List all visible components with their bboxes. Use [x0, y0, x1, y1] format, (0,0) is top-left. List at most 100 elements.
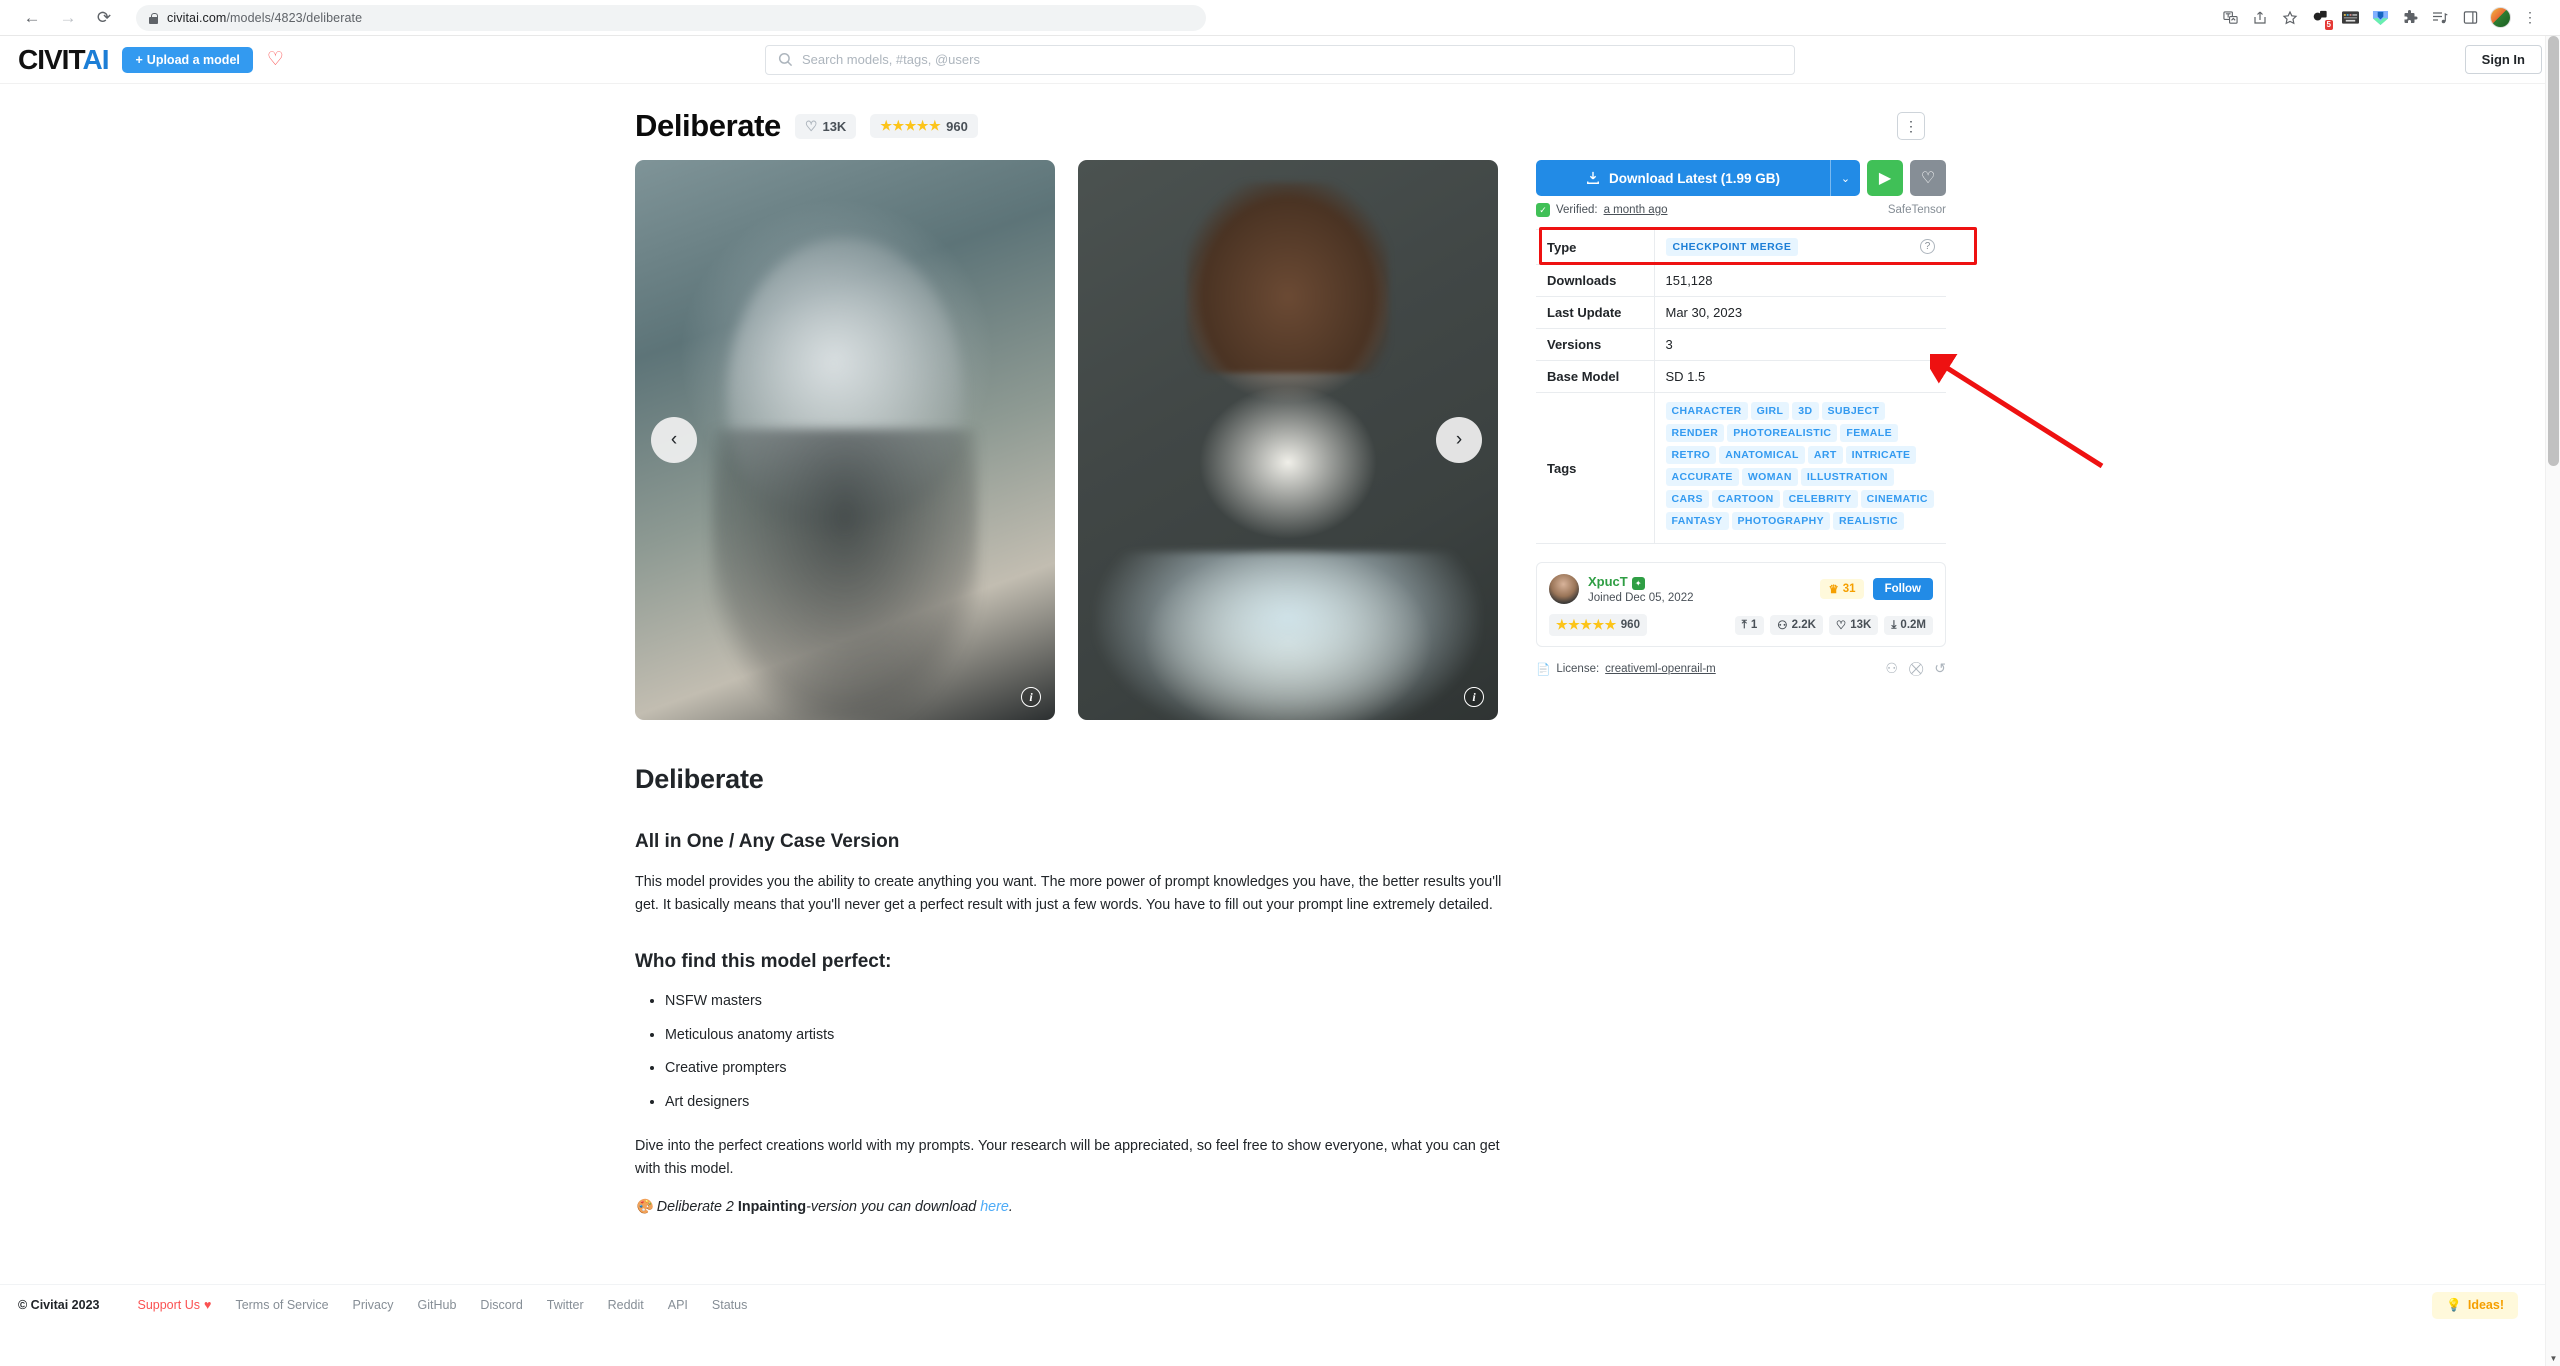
footer-link-github[interactable]: GitHub [418, 1298, 457, 1312]
profile-avatar[interactable] [2486, 4, 2514, 32]
playlist-icon[interactable] [2426, 4, 2454, 32]
footer-link-api[interactable]: API [668, 1298, 688, 1312]
tag-chip[interactable]: SUBJECT [1821, 402, 1886, 420]
tag-chip[interactable]: WOMAN [1741, 468, 1798, 486]
rating-count: 960 [946, 118, 968, 134]
tag-chip[interactable]: INTRICATE [1845, 446, 1917, 464]
inpainting-post: -version you can download [806, 1199, 981, 1216]
tag-chip[interactable]: FEMALE [1840, 424, 1898, 442]
heart-icon[interactable]: ♡ [267, 50, 284, 69]
footer-link-reddit[interactable]: Reddit [608, 1298, 644, 1312]
gallery-next-button[interactable]: › [1436, 417, 1482, 463]
civitai-logo[interactable]: CIVITAI [18, 45, 109, 74]
translate-icon[interactable] [2216, 4, 2244, 32]
tag-chip[interactable]: CARS [1665, 490, 1709, 508]
footer-link-privacy[interactable]: Privacy [353, 1298, 394, 1312]
creator-top-row: XpucT ✦ Joined Dec 05, 2022 ♛ 31 Follow [1549, 573, 1933, 604]
sidepanel-icon[interactable] [2456, 4, 2484, 32]
tag-chip[interactable]: PHOTOGRAPHY [1731, 512, 1830, 530]
footer-link-terms[interactable]: Terms of Service [235, 1298, 328, 1312]
tag-chip[interactable]: PHOTOREALISTIC [1727, 424, 1838, 442]
adblock-icon[interactable]: 5 [2306, 4, 2334, 32]
tag-chip[interactable]: CINEMATIC [1860, 490, 1934, 508]
tag-chip[interactable]: RENDER [1665, 424, 1725, 442]
gallery-image-2[interactable]: › i [1078, 160, 1498, 720]
no-remix-icon: ↺ [1934, 660, 1946, 676]
search-box[interactable] [765, 44, 1795, 75]
tag-chip[interactable]: CELEBRITY [1782, 490, 1858, 508]
tag-chip[interactable]: ANATOMICAL [1719, 446, 1805, 464]
gallery-image-1[interactable]: ‹ i [635, 160, 1055, 720]
downloads-icon[interactable] [2366, 4, 2394, 32]
forward-arrow-icon[interactable]: → [50, 3, 86, 33]
tag-chip[interactable]: GIRL [1750, 402, 1790, 420]
table-row: Versions 3 [1536, 328, 1946, 361]
extensions-puzzle-icon[interactable] [2396, 4, 2424, 32]
footer-link-discord[interactable]: Discord [480, 1298, 522, 1312]
upload-a-model-button[interactable]: + Upload a model [122, 46, 253, 73]
extension-badge-count: 5 [2324, 19, 2333, 30]
avatar[interactable] [1549, 573, 1579, 604]
creator-followers-stat: ⚇ 2.2K [1770, 615, 1823, 635]
tag-chip[interactable]: 3D [1792, 402, 1819, 420]
lightbulb-icon: 💡 [2446, 1297, 2462, 1312]
description-subheading: All in One / Any Case Version [635, 831, 900, 852]
model-options-menu-button[interactable]: ⋮ [1897, 112, 1925, 140]
keyboard-icon[interactable] [2336, 4, 2364, 32]
scrollbar-thumb[interactable] [2548, 36, 2559, 466]
detail-value: Mar 30, 2023 [1665, 305, 1743, 320]
uploads-count: 1 [1750, 619, 1758, 631]
tag-chip[interactable]: ART [1807, 446, 1843, 464]
tag-chip[interactable]: CARTOON [1711, 490, 1780, 508]
scrollbar-down-arrow-icon[interactable]: ▼ [2546, 1351, 2560, 1366]
run-model-button[interactable]: ▶ [1867, 160, 1903, 196]
tag-chip[interactable]: REALISTIC [1833, 512, 1905, 530]
share-icon[interactable] [2246, 4, 2274, 32]
tag-chip[interactable]: RETRO [1665, 446, 1717, 464]
image-info-icon[interactable]: i [1021, 687, 1041, 707]
license-prefix: License: [1556, 662, 1600, 675]
download-icon [1587, 171, 1599, 184]
back-arrow-icon[interactable]: ← [14, 3, 50, 33]
verified-time-link[interactable]: a month ago [1604, 204, 1668, 216]
type-badge[interactable]: CHECKPOINT MERGE [1665, 238, 1799, 256]
tag-chip[interactable]: ACCURATE [1665, 468, 1739, 486]
chrome-menu-icon[interactable]: ⋮ [2516, 4, 2544, 32]
page-scrollbar[interactable]: ▼ [2545, 36, 2560, 1366]
footer-link-status[interactable]: Status [712, 1298, 747, 1312]
sign-in-button[interactable]: Sign In [2464, 45, 2542, 74]
description-list: NSFW masters Meticulous anatomy artists … [665, 991, 1510, 1113]
footer-link-support-us[interactable]: Support Us ♥ [137, 1298, 211, 1312]
address-bar[interactable]: civitai.com/models/4823/deliberate [136, 4, 1206, 31]
inpainting-download-link[interactable]: here [980, 1199, 1009, 1215]
two-column-layout: ‹ i › i Deliberate All in One / Any Case… [635, 160, 1977, 1235]
copyright: © Civitai 2023 [18, 1298, 100, 1312]
favorite-model-button[interactable]: ♡ [1910, 160, 1946, 196]
download-options-caret[interactable]: ⌄ [1830, 160, 1860, 196]
download-latest-button[interactable]: Download Latest (1.99 GB) ⌄ [1536, 160, 1860, 196]
bookmark-star-icon[interactable] [2276, 4, 2304, 32]
ideas-button[interactable]: 💡 Ideas! [2432, 1291, 2518, 1319]
heart-icon: ♡ [804, 117, 818, 134]
rating-pill[interactable]: ★★★★★ 960 [870, 114, 978, 138]
follow-button[interactable]: Follow [1872, 577, 1933, 600]
table-row: Base Model SD 1.5 [1536, 360, 1946, 393]
likes-pill[interactable]: ♡ 13K [794, 113, 857, 139]
tag-chip[interactable]: CHARACTER [1665, 402, 1748, 420]
model-title-row: Deliberate ♡ 13K ★★★★★ 960 ⋮ [635, 108, 1925, 144]
gallery-prev-button[interactable]: ‹ [651, 417, 697, 463]
creator-name[interactable]: XpucT [1588, 574, 1628, 589]
image-info-icon[interactable]: i [1464, 687, 1484, 707]
license-link[interactable]: creativeml-openrail-m [1605, 663, 1716, 675]
ideas-button-label: Ideas! [2467, 1298, 2504, 1312]
help-icon[interactable]: ? [1920, 239, 1935, 254]
right-sidebar: Download Latest (1.99 GB) ⌄ ▶ ♡ ✓ Verifi… [1536, 160, 1977, 677]
tag-chip[interactable]: ILLUSTRATION [1800, 468, 1894, 486]
site-footer: © Civitai 2023 Support Us ♥ Terms of Serv… [0, 1284, 2560, 1325]
download-button-label-wrap: Download Latest (1.99 GB) [1536, 160, 1830, 196]
search-input[interactable] [802, 52, 1782, 67]
footer-link-twitter[interactable]: Twitter [547, 1298, 584, 1312]
reload-icon[interactable]: ⟳ [86, 3, 122, 33]
url-text: civitai.com/models/4823/deliberate [167, 10, 363, 25]
tag-chip[interactable]: FANTASY [1665, 512, 1729, 530]
